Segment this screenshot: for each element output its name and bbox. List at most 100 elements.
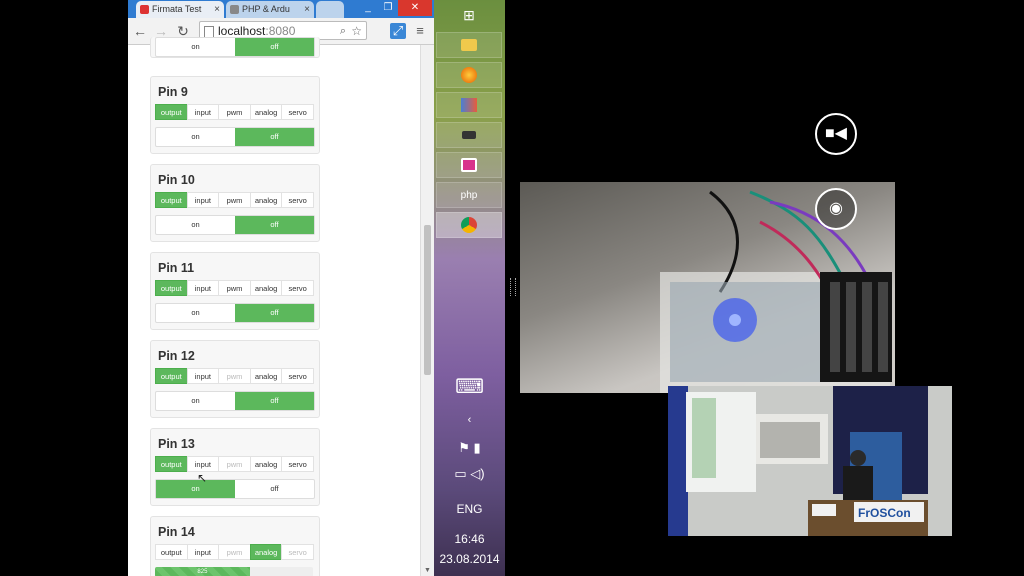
touch-keyboard-icon[interactable]: ⌨ [434, 374, 505, 399]
mouse-cursor-icon: ↖ [197, 471, 208, 485]
pin-card: Pin 9 output input pwm analog servo on o… [150, 76, 320, 154]
mode-output[interactable]: output [155, 544, 188, 560]
mode-analog[interactable]: analog [249, 280, 283, 296]
favicon-icon [140, 5, 149, 14]
mode-analog[interactable]: analog [249, 368, 283, 384]
photo-mode-icon[interactable]: ◉ [815, 188, 857, 230]
favicon-icon [230, 5, 239, 14]
toggle-off[interactable]: off [235, 128, 314, 146]
mode-input[interactable]: input [186, 104, 220, 120]
analog-progress-bar: 825 [155, 567, 313, 576]
chrome-icon[interactable] [436, 212, 502, 238]
mode-pwm[interactable]: pwm [218, 104, 251, 120]
pin-title: Pin 12 [158, 349, 195, 363]
pin-toggle[interactable]: on off [155, 303, 315, 323]
toggle-on[interactable]: on [156, 392, 235, 410]
pin-toggle[interactable]: on off [155, 37, 315, 57]
php-icon[interactable]: php [436, 182, 502, 208]
mode-output[interactable]: output [155, 104, 188, 120]
mode-servo[interactable]: servo [281, 456, 314, 472]
pin-toggle[interactable]: on off [155, 215, 315, 235]
toggle-on[interactable]: on [156, 216, 235, 234]
toggle-on[interactable]: on [156, 304, 235, 322]
mode-analog[interactable]: analog [249, 544, 283, 560]
mode-analog[interactable]: analog [249, 192, 283, 208]
mode-analog[interactable]: analog [249, 456, 283, 472]
windows-start-icon[interactable]: ⊞ [436, 2, 502, 28]
toggle-on[interactable]: on [156, 38, 235, 56]
close-window-icon[interactable]: ✕ [398, 0, 432, 16]
mode-servo[interactable]: servo [281, 368, 314, 384]
menu-icon[interactable]: ≡ [412, 23, 428, 39]
mode-servo[interactable]: servo [281, 280, 314, 296]
mode-input[interactable]: input [186, 192, 220, 208]
scrollbar[interactable]: ▼ [420, 45, 434, 576]
stage-video-inset: FrOSCon [668, 386, 952, 536]
toggle-off[interactable]: off [235, 304, 314, 322]
minimize-icon[interactable]: _ [358, 0, 378, 16]
splitter-handle-icon[interactable] [510, 278, 516, 296]
tab-firmata-test[interactable]: Firmata Test × [136, 1, 224, 18]
close-tab-icon[interactable]: × [304, 1, 310, 18]
mode-servo[interactable]: servo [281, 544, 314, 560]
tab-php-arduino[interactable]: PHP & Ardu × [226, 1, 314, 18]
scrollbar-thumb[interactable] [424, 225, 431, 375]
toggle-on[interactable]: on [156, 128, 235, 146]
paint-icon[interactable] [436, 92, 502, 118]
clock-date[interactable]: 23.08.2014 [434, 552, 505, 566]
pin-toggle[interactable]: on off [155, 391, 315, 411]
pin-card: Pin 11 output input pwm analog servo on … [150, 252, 320, 330]
scroll-down-icon[interactable]: ▼ [424, 567, 431, 574]
drive-icon[interactable] [436, 122, 502, 148]
file-explorer-icon[interactable] [436, 32, 502, 58]
mode-pwm[interactable]: pwm [218, 456, 251, 472]
search-icon[interactable]: ⌕ [340, 22, 346, 41]
toggle-on[interactable]: on [156, 480, 235, 498]
pin-card-partial: on off [150, 37, 320, 58]
mode-output[interactable]: output [155, 456, 188, 472]
toggle-off[interactable]: off [235, 480, 314, 498]
svg-text:FrOSCon: FrOSCon [858, 506, 911, 520]
show-hidden-icons-icon[interactable]: ‹ [434, 414, 505, 426]
pin-card: Pin 13 output input pwm analog servo on … [150, 428, 320, 506]
toggle-off[interactable]: off [235, 392, 314, 410]
mode-pwm[interactable]: pwm [218, 544, 251, 560]
video-mode-icon[interactable]: ■◀ [815, 113, 857, 155]
tab-title: Firmata Test [152, 4, 202, 14]
toggle-off[interactable]: off [235, 216, 314, 234]
mode-pwm[interactable]: pwm [218, 280, 251, 296]
analog-progress-value: 825 [155, 567, 250, 576]
mode-input[interactable]: input [186, 280, 220, 296]
restore-icon[interactable]: ❐ [378, 0, 398, 16]
toggle-off[interactable]: off [235, 38, 314, 56]
mode-input[interactable]: input [186, 368, 220, 384]
mode-input[interactable]: input [186, 544, 220, 560]
pin-toggle[interactable]: on off [155, 127, 315, 147]
mode-pwm[interactable]: pwm [218, 192, 251, 208]
extension-icon[interactable]: ⤢ [390, 23, 406, 39]
close-tab-icon[interactable]: × [214, 1, 220, 18]
mode-group: output input pwm analog servo [155, 280, 314, 296]
new-tab-button[interactable] [316, 1, 344, 18]
network-volume-icon[interactable]: ▭ ◁) [434, 466, 505, 482]
clock-time[interactable]: 16:46 [434, 532, 505, 546]
snap-splitter[interactable] [505, 0, 520, 576]
language-indicator[interactable]: ENG [434, 502, 505, 516]
camera-app-icon[interactable] [436, 152, 502, 178]
stage-scene-image: FrOSCon [668, 386, 952, 536]
mode-input[interactable]: input [186, 456, 220, 472]
mode-pwm[interactable]: pwm [218, 368, 251, 384]
mode-servo[interactable]: servo [281, 192, 314, 208]
mode-output[interactable]: output [155, 368, 188, 384]
mode-analog[interactable]: analog [249, 104, 283, 120]
pin-toggle[interactable]: on off [155, 479, 315, 499]
page-content: on off Pin 9 output input pwm analog ser… [128, 37, 420, 576]
mode-servo[interactable]: servo [281, 104, 314, 120]
star-icon[interactable]: ☆ [351, 22, 362, 41]
back-icon[interactable]: ← [132, 22, 148, 40]
pin-card: Pin 14 output input pwm analog servo 825 [150, 516, 320, 576]
mode-output[interactable]: output [155, 192, 188, 208]
firefox-icon[interactable] [436, 62, 502, 88]
action-center-flag-icon[interactable]: ⚑ ▮ [434, 440, 505, 456]
mode-output[interactable]: output [155, 280, 188, 296]
